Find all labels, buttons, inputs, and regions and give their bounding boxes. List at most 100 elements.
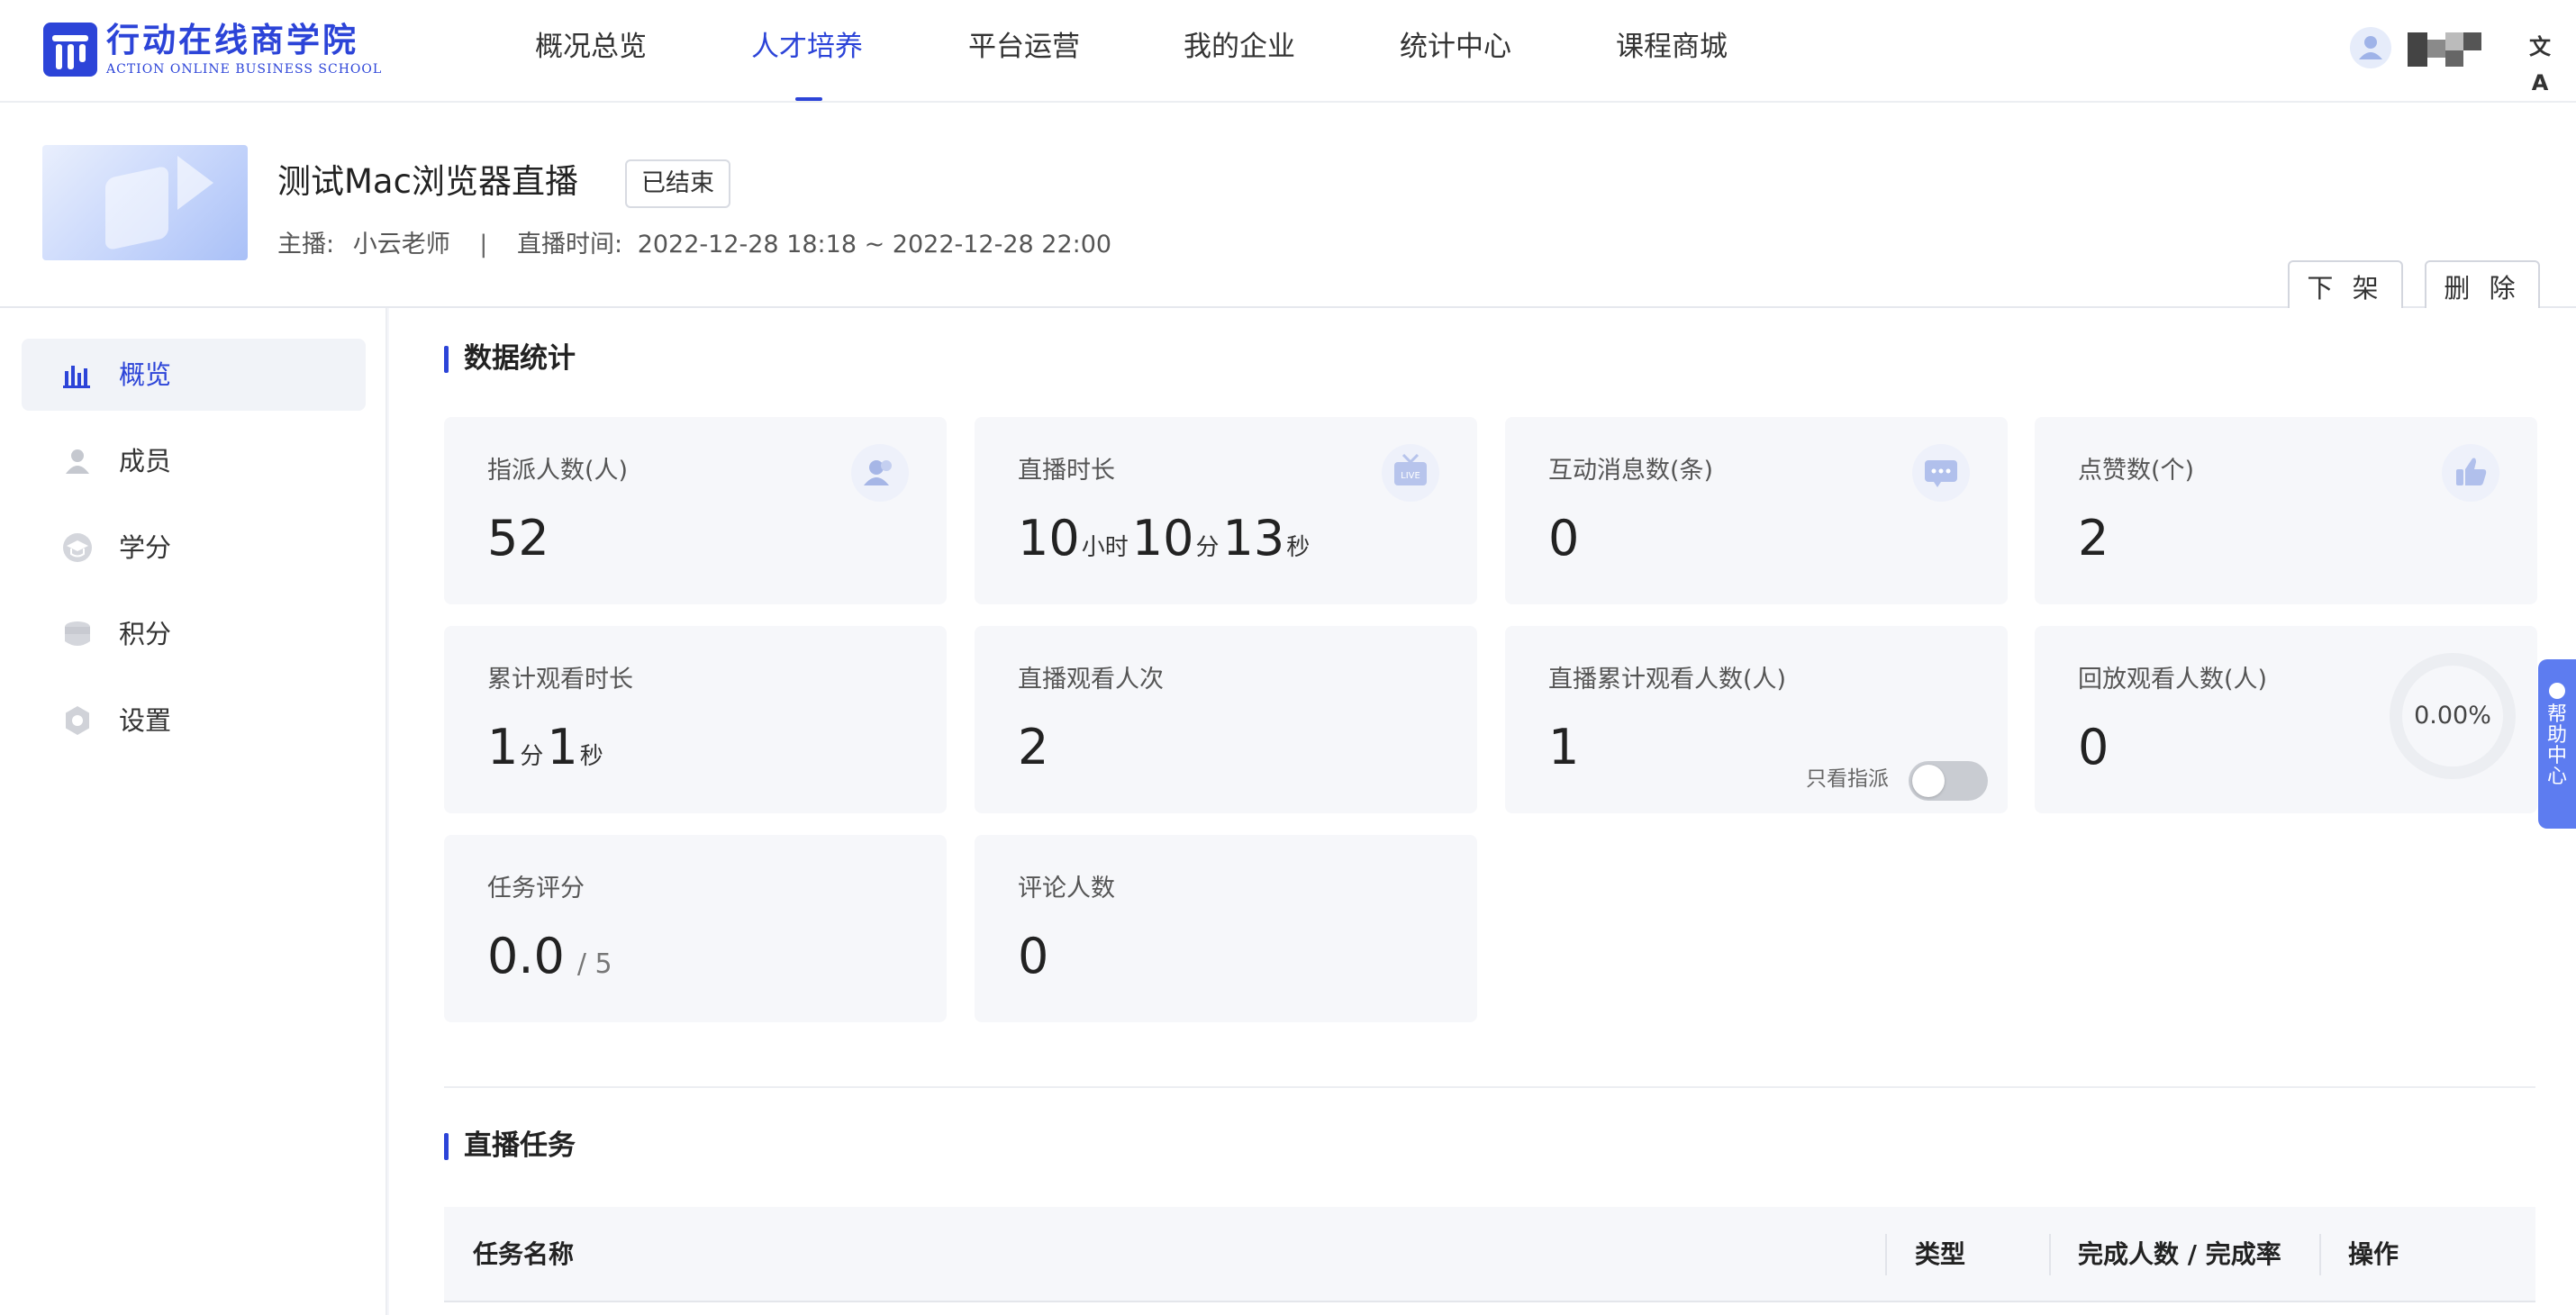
brand-logo[interactable]: 行动在线商学院 ACTION ONLINE BUSINESS SCHOOL [43, 22, 382, 77]
nav-active-indicator [795, 97, 822, 101]
gear-icon [66, 706, 89, 735]
stat-label: 任务评分 [487, 875, 585, 902]
nav-operations[interactable]: 平台运营 [968, 27, 1080, 67]
score-max: / 5 [576, 948, 612, 980]
course-header: 下 架 删 除 [0, 103, 2576, 316]
tasks-table-header: 任务名称 类型 完成人数 / 完成率 操作 [444, 1207, 2535, 1302]
translate-icon[interactable]: 文A [2522, 29, 2558, 95]
duration-hours: 10 [1018, 510, 1080, 567]
minutes-unit: 分 [520, 743, 544, 770]
sidebar-item-points[interactable]: 积分 [22, 598, 366, 670]
stat-value: 0 [1548, 510, 1580, 567]
status-badge: 已结束 [625, 159, 730, 208]
stat-card-live-views: 直播观看人次 2 [975, 626, 1477, 813]
help-center-label: 帮助中心 [2546, 703, 2567, 788]
stat-value: 1分1秒 [487, 716, 607, 788]
stat-label: 指派人数(人) [487, 457, 629, 485]
stat-label: 评论人数 [1018, 875, 1115, 902]
column-actions[interactable]: 操作 [2348, 1236, 2399, 1274]
column-completion[interactable]: 完成人数 / 完成率 [2078, 1236, 2281, 1274]
stat-value: 52 [487, 510, 549, 567]
stat-card-task-score: 任务评分 0.0 / 5 [444, 835, 947, 1022]
avatar[interactable] [2350, 27, 2391, 68]
stat-card-messages: 互动消息数(条) 0 [1505, 417, 2008, 604]
sidebar-item-label: 概览 [119, 359, 172, 390]
stats-section-title: 数据统计 [444, 339, 576, 378]
sidebar-item-label: 成员 [119, 446, 172, 476]
stat-label: 直播累计观看人数(人) [1548, 666, 1787, 694]
sidebar-item-settings[interactable]: 设置 [22, 685, 366, 757]
seconds-unit: 秒 [579, 743, 603, 770]
stat-value: 0.0 / 5 [487, 925, 612, 996]
stat-card-assigned: 指派人数(人) 52 [444, 417, 947, 604]
time-range: 2022-12-28 18:18 ~ 2022-12-28 22:00 [637, 231, 1112, 258]
duration-seconds: 13 [1222, 510, 1285, 567]
meta-separator: | [479, 231, 488, 258]
score-value: 0.0 [487, 928, 565, 984]
watch-seconds: 1 [547, 719, 578, 775]
sidebar: 概览 成员 学分 积分 设置 [0, 308, 387, 1315]
graduation-cap-icon [63, 533, 92, 562]
hours-unit: 小时 [1081, 534, 1129, 561]
stat-label: 回放观看人数(人) [2078, 666, 2268, 694]
stat-label: 累计观看时长 [487, 666, 633, 694]
stat-card-replay-viewers: 回放观看人数(人) 0 0.00% [2035, 626, 2537, 813]
live-tv-icon: LIVE [1382, 444, 1439, 502]
stat-card-watch-time: 累计观看时长 1分1秒 [444, 626, 947, 813]
stat-card-duration: 直播时长 10小时10分13秒 LIVE [975, 417, 1477, 604]
sidebar-item-overview[interactable]: 概览 [22, 339, 366, 411]
stat-label: 互动消息数(条) [1548, 457, 1714, 485]
stat-card-commenters: 评论人数 0 [975, 835, 1477, 1022]
help-center-tab[interactable]: 帮助中心 [2538, 659, 2576, 829]
bar-chart-icon [63, 366, 90, 388]
thumbs-up-icon [2442, 444, 2499, 502]
column-task-name[interactable]: 任务名称 [473, 1236, 574, 1274]
duration-minutes: 10 [1131, 510, 1194, 567]
user-name-masked[interactable] [2408, 29, 2483, 68]
replay-rate-value: 0.00% [2414, 702, 2491, 730]
top-navbar: 行动在线商学院 ACTION ONLINE BUSINESS SCHOOL 概况… [0, 0, 2576, 103]
logo-mark-icon [43, 23, 97, 77]
stat-value: 0 [1018, 928, 1049, 984]
column-divider [1885, 1234, 1887, 1275]
course-meta: 主播: 小云老师 | 直播时间: 2022-12-28 18:18 ~ 2022… [277, 227, 1111, 263]
nav-talent[interactable]: 人才培养 [751, 27, 863, 67]
nav-my-company[interactable]: 我的企业 [1184, 27, 1295, 67]
stat-value: 2 [2078, 510, 2109, 567]
assigned-only-toggle[interactable] [1909, 761, 1988, 801]
stat-label: 直播时长 [1018, 457, 1115, 485]
watch-minutes: 1 [487, 719, 519, 775]
chat-bubble-icon [1912, 444, 1970, 502]
stat-label: 直播观看人次 [1018, 666, 1164, 694]
stat-value: 1 [1548, 719, 1580, 775]
nav-course-mall[interactable]: 课程商城 [1616, 27, 1728, 67]
svg-text:LIVE: LIVE [1401, 471, 1420, 481]
host-name: 小云老师 [352, 231, 450, 258]
stat-value: 0 [2078, 719, 2109, 775]
user-icon [66, 449, 89, 474]
brand-name-en: ACTION ONLINE BUSINESS SCHOOL [106, 62, 383, 77]
tasks-section-title: 直播任务 [444, 1126, 576, 1165]
sidebar-item-members[interactable]: 成员 [22, 425, 366, 497]
sidebar-item-label: 设置 [119, 705, 172, 736]
course-cover-image [42, 145, 248, 260]
coins-icon [65, 621, 90, 646]
sidebar-item-label: 学分 [119, 532, 172, 563]
sidebar-item-label: 积分 [119, 619, 172, 649]
course-title: 测试Mac浏览器直播 [277, 162, 578, 201]
toggle-knob [1912, 765, 1945, 797]
section-divider [444, 1086, 2535, 1088]
people-icon [851, 444, 909, 502]
seconds-unit: 秒 [1286, 534, 1311, 561]
assigned-only-label: 只看指派 [1806, 767, 1889, 791]
brand-name: 行动在线商学院 [106, 21, 358, 59]
stat-value: 10小时10分13秒 [1018, 507, 1313, 579]
sidebar-item-credits[interactable]: 学分 [22, 512, 366, 584]
nav-stats-center[interactable]: 统计中心 [1400, 27, 1511, 67]
column-divider [2049, 1234, 2051, 1275]
column-type[interactable]: 类型 [1915, 1236, 1965, 1274]
stat-value: 2 [1018, 719, 1049, 775]
stat-label: 点赞数(个) [2078, 457, 2195, 485]
nav-overview[interactable]: 概况总览 [535, 27, 647, 67]
lightbulb-icon [2549, 683, 2565, 699]
